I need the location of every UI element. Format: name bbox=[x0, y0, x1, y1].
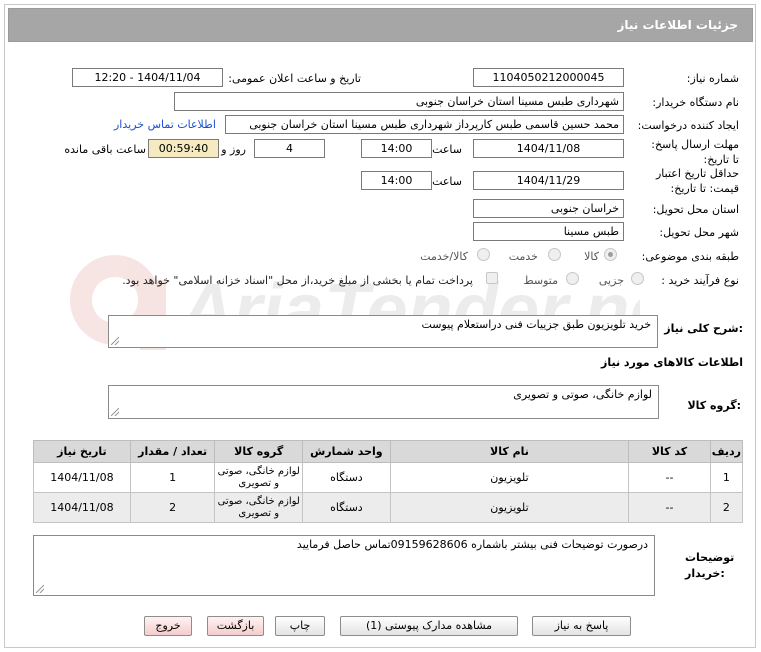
announce-datetime-field: 1404/11/04 - 12:20 bbox=[72, 68, 223, 87]
category-label: طبقه بندی موضوعی: bbox=[641, 250, 739, 263]
reply-deadline-label: مهلت ارسال پاسخ: تا تاریخ: bbox=[651, 138, 739, 166]
col-item-code: کد کالا bbox=[628, 440, 711, 463]
buyer-org-field: شهرداری طبس مسینا استان خراسان جنوبی bbox=[174, 92, 624, 111]
process-minor-radio[interactable] bbox=[631, 272, 644, 285]
cell-unit: دستگاه bbox=[302, 492, 391, 523]
cell-row-number: 1 bbox=[709, 462, 744, 493]
category-service-radio[interactable] bbox=[548, 248, 561, 261]
description-label: شرح کلی نیاز: bbox=[664, 322, 743, 335]
delivery-city-field: طبس مسینا bbox=[473, 222, 624, 241]
table-header-row: ردیف کد کالا نام کالا واحد شمارش گروه کا… bbox=[33, 440, 744, 463]
exit-button[interactable]: خروج bbox=[144, 616, 192, 636]
reply-time-label: ساعت bbox=[432, 143, 462, 156]
days-remaining-field: 4 bbox=[254, 139, 325, 158]
col-group: گروه کالا bbox=[214, 440, 304, 463]
goods-group-text: لوازم خانگی، صوتی و تصویری bbox=[513, 388, 652, 401]
validity-time-label: ساعت bbox=[432, 175, 462, 188]
goods-section-title: اطلاعات کالاهای مورد نیاز bbox=[601, 356, 743, 369]
table-row[interactable]: 2 -- تلویزیون دستگاه لوازم خانگی، صوتی و… bbox=[33, 492, 744, 523]
buyer-notes-text: درصورت توضیحات فنی بیشتر باشماره 0915962… bbox=[296, 538, 648, 551]
buyer-contact-link[interactable]: اطلاعات تماس خریدار bbox=[114, 118, 216, 131]
cell-group: لوازم خانگی، صوتی و تصویری bbox=[214, 492, 304, 523]
need-number-field: 1104050212000045 bbox=[473, 68, 624, 87]
goods-table: ردیف کد کالا نام کالا واحد شمارش گروه کا… bbox=[33, 440, 744, 523]
category-both-radio[interactable] bbox=[477, 248, 490, 261]
cell-need-date: 1404/11/08 bbox=[33, 462, 131, 493]
col-unit: واحد شمارش bbox=[302, 440, 391, 463]
days-label: روز و bbox=[221, 143, 246, 156]
remaining-time-label: ساعت باقی مانده bbox=[64, 143, 146, 156]
category-service-label: خدمت bbox=[508, 250, 538, 263]
cell-group: لوازم خانگی، صوتی و تصویری bbox=[214, 462, 304, 493]
col-item-name: نام کالا bbox=[389, 440, 630, 463]
buyer-org-label: نام دستگاه خریدار: bbox=[652, 96, 739, 109]
validity-date-field: 1404/11/29 bbox=[473, 171, 624, 190]
delivery-province-label: استان محل تحویل: bbox=[652, 203, 739, 216]
back-button[interactable]: بازگشت bbox=[207, 616, 264, 636]
goods-group-textarea: لوازم خانگی، صوتی و تصویری bbox=[108, 385, 659, 419]
cell-quantity: 2 bbox=[129, 492, 216, 523]
cell-unit: دستگاه bbox=[302, 462, 391, 493]
col-need-date: تاریخ نیاز bbox=[33, 440, 131, 463]
price-validity-label: حداقل تاریخ اعتبار قیمت: تا تاریخ: bbox=[655, 167, 739, 195]
print-button[interactable]: چاپ bbox=[275, 616, 325, 636]
reply-time-field: 14:00 bbox=[361, 139, 432, 158]
reply-button[interactable]: پاسخ به نیاز bbox=[532, 616, 631, 636]
resize-grip-icon[interactable] bbox=[111, 337, 119, 345]
cell-item-name: تلویزیون bbox=[389, 462, 630, 493]
cell-row-number: 2 bbox=[709, 492, 744, 523]
process-type-label: نوع فرآیند خرید : bbox=[661, 274, 739, 287]
cell-need-date: 1404/11/08 bbox=[33, 492, 131, 523]
announce-label: تاریخ و ساعت اعلان عمومی: bbox=[228, 72, 361, 85]
cell-item-name: تلویزیون bbox=[389, 492, 630, 523]
page-header: جزئیات اطلاعات نیاز bbox=[8, 8, 753, 42]
col-quantity: تعداد / مقدار bbox=[129, 440, 216, 463]
category-goods-radio[interactable] bbox=[604, 248, 617, 261]
category-both-label: کالا/خدمت bbox=[420, 250, 468, 263]
delivery-province-field: خراسان جنوبی bbox=[473, 199, 624, 218]
view-attachments-button[interactable]: مشاهده مدارک پیوستی (1) bbox=[340, 616, 518, 636]
creator-label: ایجاد کننده درخواست: bbox=[637, 119, 739, 132]
delivery-city-label: شهر محل تحویل: bbox=[659, 226, 739, 239]
validity-time-field: 14:00 bbox=[361, 171, 432, 190]
process-minor-label: جزیی bbox=[598, 274, 624, 287]
resize-grip-icon[interactable] bbox=[36, 585, 44, 593]
process-medium-radio[interactable] bbox=[566, 272, 579, 285]
cell-quantity: 1 bbox=[129, 462, 216, 493]
category-goods-label: کالا bbox=[584, 250, 599, 263]
description-textarea: خرید تلویزیون طبق جزییات فنی دراستعلام پ… bbox=[108, 315, 658, 348]
need-number-label: شماره نیاز: bbox=[686, 72, 739, 85]
goods-group-label: گروه کالا: bbox=[687, 399, 741, 412]
table-row[interactable]: 1 -- تلویزیون دستگاه لوازم خانگی، صوتی و… bbox=[33, 462, 744, 493]
col-row-number: ردیف bbox=[709, 440, 744, 463]
remaining-time-field: 00:59:40 bbox=[148, 139, 219, 158]
cell-item-code: -- bbox=[628, 492, 711, 523]
process-medium-label: متوسط bbox=[523, 274, 558, 287]
reply-date-field: 1404/11/08 bbox=[473, 139, 624, 158]
buyer-notes-textarea: درصورت توضیحات فنی بیشتر باشماره 0915962… bbox=[33, 535, 655, 596]
cell-item-code: -- bbox=[628, 462, 711, 493]
treasury-payment-checkbox[interactable] bbox=[486, 272, 498, 284]
creator-field: محمد حسین قاسمی طبس کارپرداز شهرداری طبس… bbox=[225, 115, 624, 134]
buyer-notes-label: توضیحات خریدار: bbox=[685, 551, 735, 580]
description-text: خرید تلویزیون طبق جزییات فنی دراستعلام پ… bbox=[421, 318, 651, 331]
treasury-payment-note: پرداخت تمام یا بخشی از مبلغ خرید،از محل … bbox=[122, 274, 473, 287]
page-title: جزئیات اطلاعات نیاز bbox=[617, 18, 738, 32]
resize-grip-icon[interactable] bbox=[111, 408, 119, 416]
